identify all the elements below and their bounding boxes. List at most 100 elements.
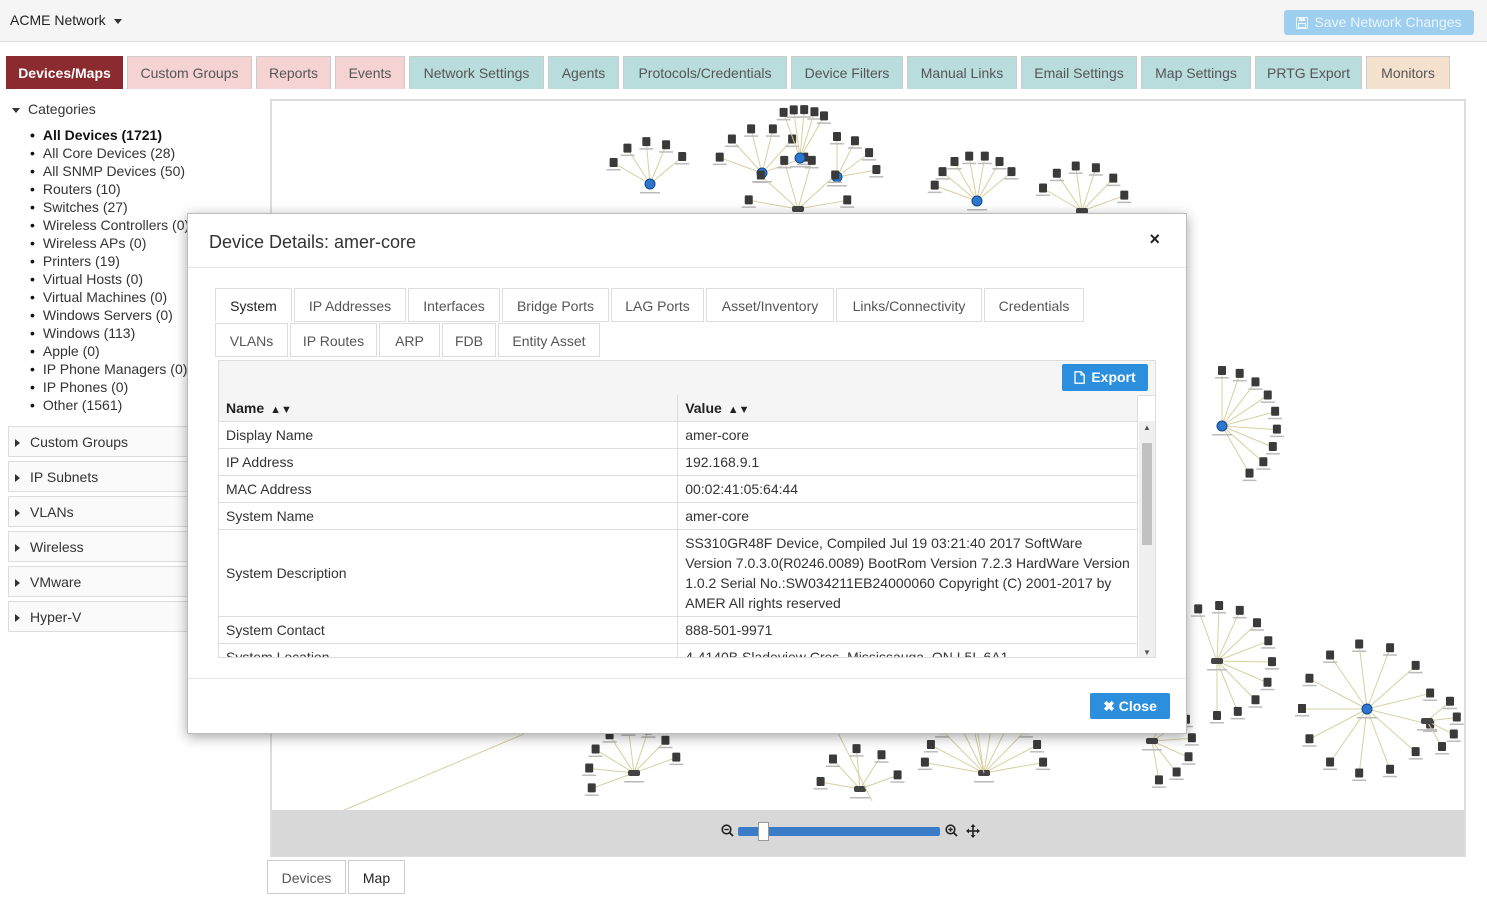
map-device-node[interactable]: [1253, 618, 1262, 628]
map-device-node[interactable]: [1355, 768, 1364, 778]
category-wireless-controllers[interactable]: Wireless Controllers (0): [30, 216, 189, 234]
map-device-node[interactable]: [930, 180, 939, 190]
map-device-node[interactable]: [1154, 775, 1163, 785]
map-device-node[interactable]: [980, 151, 989, 161]
tab-email-settings[interactable]: Email Settings: [1021, 56, 1137, 89]
tab-agents[interactable]: Agents: [548, 56, 619, 89]
tab-reports[interactable]: Reports: [256, 56, 331, 89]
switch-icon[interactable]: [792, 206, 804, 212]
map-device-node[interactable]: [1039, 757, 1048, 767]
modal-tab-ip-routes[interactable]: IP Routes: [290, 323, 377, 357]
map-device-node[interactable]: [1426, 688, 1435, 698]
map-device-node[interactable]: [807, 155, 816, 165]
map-device-node[interactable]: [727, 134, 736, 144]
map-device-node[interactable]: [1263, 390, 1272, 400]
globe-icon[interactable]: [1216, 420, 1228, 432]
map-device-node[interactable]: [1386, 764, 1395, 774]
map-device-node[interactable]: [1235, 368, 1244, 378]
map-device-node[interactable]: [820, 111, 828, 121]
column-header-value[interactable]: Value ▲▼: [677, 395, 1138, 422]
map-device-node[interactable]: [715, 152, 724, 162]
category-printers[interactable]: Printers (19): [30, 252, 189, 270]
map-device-node[interactable]: [587, 783, 596, 793]
modal-tab-entity-asset[interactable]: Entity Asset: [498, 323, 600, 357]
modal-tab-arp[interactable]: ARP: [379, 323, 440, 357]
map-device-node[interactable]: [920, 757, 929, 767]
map-device-node[interactable]: [1251, 695, 1260, 705]
zoom-out-icon[interactable]: [721, 824, 734, 840]
tab-device-filters[interactable]: Device Filters: [791, 56, 903, 89]
switch-icon[interactable]: [854, 786, 866, 792]
map-device-node[interactable]: [833, 132, 841, 141]
map-device-node[interactable]: [1438, 741, 1446, 751]
map-device-node[interactable]: [623, 143, 632, 153]
tab-map[interactable]: Map: [348, 860, 405, 894]
map-device-node[interactable]: [1259, 457, 1268, 467]
switch-icon[interactable]: [628, 770, 640, 776]
category-windows-servers[interactable]: Windows Servers (0): [30, 306, 189, 324]
map-device-node[interactable]: [779, 107, 788, 117]
category-all-core-devices[interactable]: All Core Devices (28): [30, 144, 189, 162]
map-device-node[interactable]: [965, 151, 974, 161]
category-virtual-hosts[interactable]: Virtual Hosts (0): [30, 270, 189, 288]
map-device-node[interactable]: [768, 124, 777, 134]
export-button[interactable]: Export: [1062, 364, 1148, 391]
map-device-node[interactable]: [1091, 163, 1100, 173]
map-device-node[interactable]: [1235, 605, 1244, 615]
modal-tab-interfaces[interactable]: Interfaces: [408, 288, 500, 322]
map-device-node[interactable]: [850, 136, 859, 146]
globe-icon[interactable]: [794, 152, 806, 164]
map-device-node[interactable]: [1007, 167, 1016, 177]
map-device-node[interactable]: [926, 740, 935, 750]
categories-header[interactable]: Categories: [8, 101, 96, 117]
category-ip-phone-managers[interactable]: IP Phone Managers (0): [30, 360, 189, 378]
modal-tab-fdb[interactable]: FDB: [442, 323, 496, 357]
map-device-node[interactable]: [831, 170, 840, 180]
zoom-in-icon[interactable]: [945, 824, 958, 840]
tab-prtg-export[interactable]: PRTG Export: [1255, 56, 1362, 89]
map-device-node[interactable]: [872, 165, 881, 175]
modal-tab-system[interactable]: System: [215, 288, 292, 322]
modal-tab-credentials[interactable]: Credentials: [984, 288, 1084, 322]
tab-devices-maps[interactable]: Devices/Maps: [6, 56, 123, 89]
map-device-node[interactable]: [1326, 757, 1335, 767]
switch-icon[interactable]: [1146, 738, 1158, 744]
grid-vertical-scrollbar[interactable]: ▲ ▼: [1139, 421, 1155, 657]
map-device-node[interactable]: [1039, 183, 1048, 193]
tab-devices[interactable]: Devices: [267, 860, 346, 894]
tab-monitors[interactable]: Monitors: [1366, 56, 1450, 89]
map-device-node[interactable]: [1194, 604, 1203, 614]
category-all-devices[interactable]: All Devices (1721): [30, 126, 189, 144]
globe-icon[interactable]: [644, 178, 656, 190]
map-device-node[interactable]: [1305, 673, 1314, 683]
map-device-node[interactable]: [1187, 733, 1196, 743]
map-device-node[interactable]: [1272, 424, 1281, 434]
map-device-node[interactable]: [1052, 168, 1061, 178]
map-device-node[interactable]: [744, 195, 753, 205]
map-device-node[interactable]: [1172, 767, 1181, 777]
map-device-node[interactable]: [789, 105, 798, 115]
map-device-node[interactable]: [609, 158, 618, 167]
modal-tab-links-connectivity[interactable]: Links/Connectivity: [836, 288, 982, 322]
map-device-node[interactable]: [1213, 711, 1221, 720]
map-device-node[interactable]: [810, 107, 819, 117]
close-icon[interactable]: ×: [1149, 229, 1160, 250]
category-all-snmp-devices[interactable]: All SNMP Devices (50): [30, 162, 189, 180]
map-device-node[interactable]: [1071, 161, 1080, 171]
map-device-node[interactable]: [852, 744, 861, 754]
map-device-node[interactable]: [1264, 636, 1273, 646]
map-device-node[interactable]: [1326, 650, 1335, 660]
map-device-node[interactable]: [1386, 643, 1395, 653]
map-device-node[interactable]: [1445, 696, 1454, 706]
map-device-node[interactable]: [1411, 747, 1420, 757]
modal-tab-bridge-ports[interactable]: Bridge Ports: [502, 288, 609, 322]
sort-icon[interactable]: ▲▼: [728, 404, 750, 416]
map-device-node[interactable]: [1245, 468, 1254, 478]
category-virtual-machines[interactable]: Virtual Machines (0): [30, 288, 189, 306]
map-device-node[interactable]: [1033, 740, 1042, 750]
tab-map-settings[interactable]: Map Settings: [1141, 56, 1251, 89]
tab-network-settings[interactable]: Network Settings: [409, 56, 544, 89]
map-device-node[interactable]: [1355, 639, 1364, 649]
category-apple[interactable]: Apple (0): [30, 342, 189, 360]
map-device-node[interactable]: [1215, 601, 1224, 611]
